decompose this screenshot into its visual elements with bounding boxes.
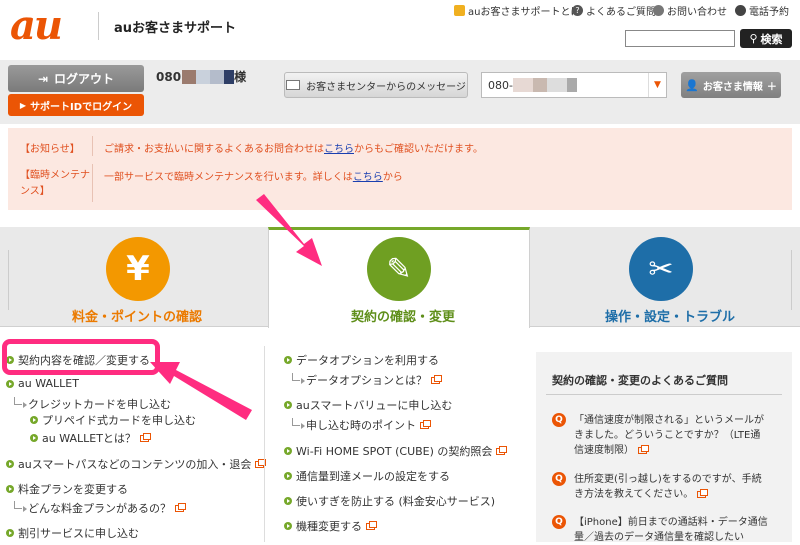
annotation-arrows <box>150 194 322 420</box>
annotation-arrow-down <box>256 194 322 266</box>
annotation-arrow-left <box>150 362 252 420</box>
